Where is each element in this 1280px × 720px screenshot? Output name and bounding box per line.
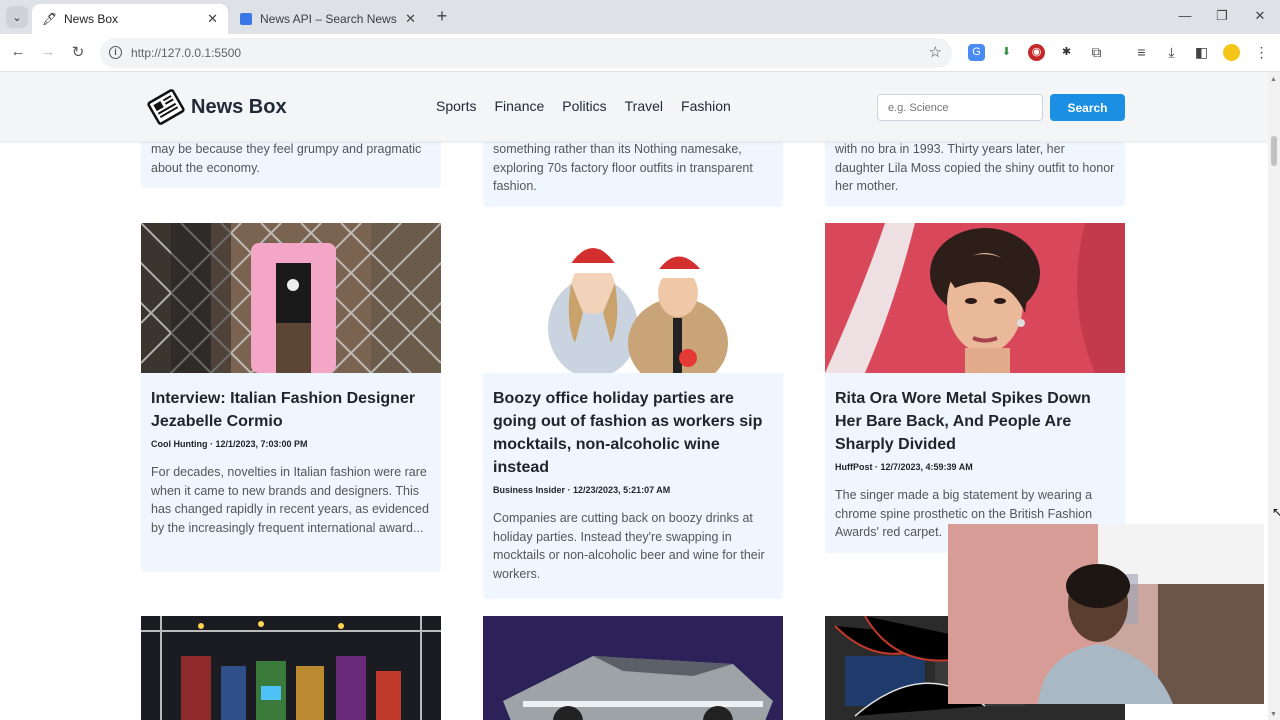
menu-kebab-icon[interactable]: ⋮: [1253, 44, 1270, 61]
restore-icon[interactable]: ❐: [1212, 8, 1232, 24]
tab-news-box[interactable]: 🖋 News Box ✕: [32, 4, 228, 34]
newspaper-logo-icon: [147, 89, 185, 125]
address-bar[interactable]: i http://127.0.0.1:5500 ☆: [100, 38, 952, 68]
scroll-down-icon[interactable]: ▼: [1270, 711, 1277, 718]
reading-list-icon[interactable]: ≡: [1133, 44, 1150, 61]
tab-title: News Box: [64, 12, 119, 26]
downloads-icon[interactable]: ⤓: [1163, 44, 1180, 61]
article-image: [825, 223, 1125, 373]
brand-link[interactable]: News Box: [145, 86, 287, 128]
tab-search-icon[interactable]: ⌄: [6, 6, 28, 28]
article-title[interactable]: Interview: Italian Fashion Designer Jeza…: [151, 387, 431, 433]
article-card[interactable]: [141, 616, 441, 720]
nav-politics[interactable]: Politics: [562, 98, 606, 114]
nav-travel[interactable]: Travel: [625, 98, 663, 114]
article-meta: HuffPost · 12/7/2023, 4:59:39 AM: [835, 462, 973, 472]
article-card[interactable]: Rita Ora Wore Metal Spikes Down Her Bare…: [825, 223, 1125, 553]
ublock-extension-icon[interactable]: ◉: [1028, 44, 1045, 61]
category-nav: Sports Finance Politics Travel Fashion: [436, 98, 731, 114]
article-image: [483, 616, 783, 720]
article-image: [141, 616, 441, 720]
article-card[interactable]: Interview: Italian Fashion Designer Jeza…: [141, 223, 441, 572]
download-extension-icon[interactable]: ⬇: [998, 44, 1015, 61]
new-tab-icon[interactable]: +: [432, 6, 452, 27]
article-image: [483, 223, 783, 373]
site-info-icon[interactable]: i: [109, 46, 122, 59]
article-image: [141, 223, 441, 373]
nav-sports[interactable]: Sports: [436, 98, 476, 114]
close-tab-icon[interactable]: ✕: [207, 11, 218, 27]
article-description: something rather than its Nothing namesa…: [493, 142, 753, 193]
webcam-overlay: [948, 524, 1264, 704]
forward-icon[interactable]: →: [38, 43, 58, 60]
article-meta: Business Insider · 12/23/2023, 5:21:07 A…: [493, 485, 671, 495]
back-icon[interactable]: ←: [8, 43, 28, 60]
search-input[interactable]: [877, 94, 1043, 121]
site-navbar: News Box Sports Finance Politics Travel …: [0, 72, 1268, 142]
brand-name: News Box: [191, 95, 287, 118]
translate-extension-icon[interactable]: G: [968, 44, 985, 61]
url-text: http://127.0.0.1:5500: [131, 46, 242, 60]
favicon-icon: 🖋: [42, 12, 58, 26]
minimize-icon[interactable]: —: [1175, 8, 1195, 23]
reload-icon[interactable]: ↻: [68, 43, 88, 61]
page-scrollbar[interactable]: ▲ ▼: [1268, 72, 1280, 720]
close-window-icon[interactable]: ✕: [1250, 8, 1270, 24]
article-title[interactable]: Boozy office holiday parties are going o…: [493, 387, 773, 479]
article-description: Companies are cutting back on boozy drin…: [493, 511, 765, 581]
browser-toolbar: ← → ↻ i http://127.0.0.1:5500 ☆ G ⬇ ◉ ✱ …: [0, 34, 1280, 72]
nav-fashion[interactable]: Fashion: [681, 98, 731, 114]
article-description: with no bra in 1993. Thirty years later,…: [835, 142, 1115, 193]
profile-avatar[interactable]: [1223, 44, 1240, 61]
extensions-puzzle-icon[interactable]: ⧉: [1088, 44, 1105, 61]
scroll-thumb[interactable]: [1271, 136, 1277, 166]
article-meta: Cool Hunting · 12/1/2023, 7:03:00 PM: [151, 439, 308, 449]
mouse-cursor-icon: ↖: [1272, 505, 1280, 519]
article-title[interactable]: Rita Ora Wore Metal Spikes Down Her Bare…: [835, 387, 1115, 456]
scroll-up-icon[interactable]: ▲: [1270, 76, 1277, 83]
tab-news-api[interactable]: News API – Search News and B ✕: [230, 4, 426, 34]
article-card[interactable]: Boozy office holiday parties are going o…: [483, 223, 783, 599]
article-description: For decades, novelties in Italian fashio…: [151, 465, 429, 535]
nav-finance[interactable]: Finance: [494, 98, 544, 114]
favicon-icon: [240, 13, 252, 25]
side-panel-icon[interactable]: ◧: [1193, 44, 1210, 61]
tab-title: News API – Search News and B: [260, 12, 399, 26]
article-card[interactable]: [483, 616, 783, 720]
browser-tab-bar: ⌄ 🖋 News Box ✕ News API – Search News an…: [0, 0, 1280, 34]
extension-icon[interactable]: ✱: [1058, 44, 1075, 61]
search-button[interactable]: Search: [1050, 94, 1125, 121]
article-description: may be because they feel grumpy and prag…: [151, 142, 422, 175]
close-tab-icon[interactable]: ✕: [405, 11, 416, 27]
bookmark-star-icon[interactable]: ☆: [929, 43, 942, 61]
